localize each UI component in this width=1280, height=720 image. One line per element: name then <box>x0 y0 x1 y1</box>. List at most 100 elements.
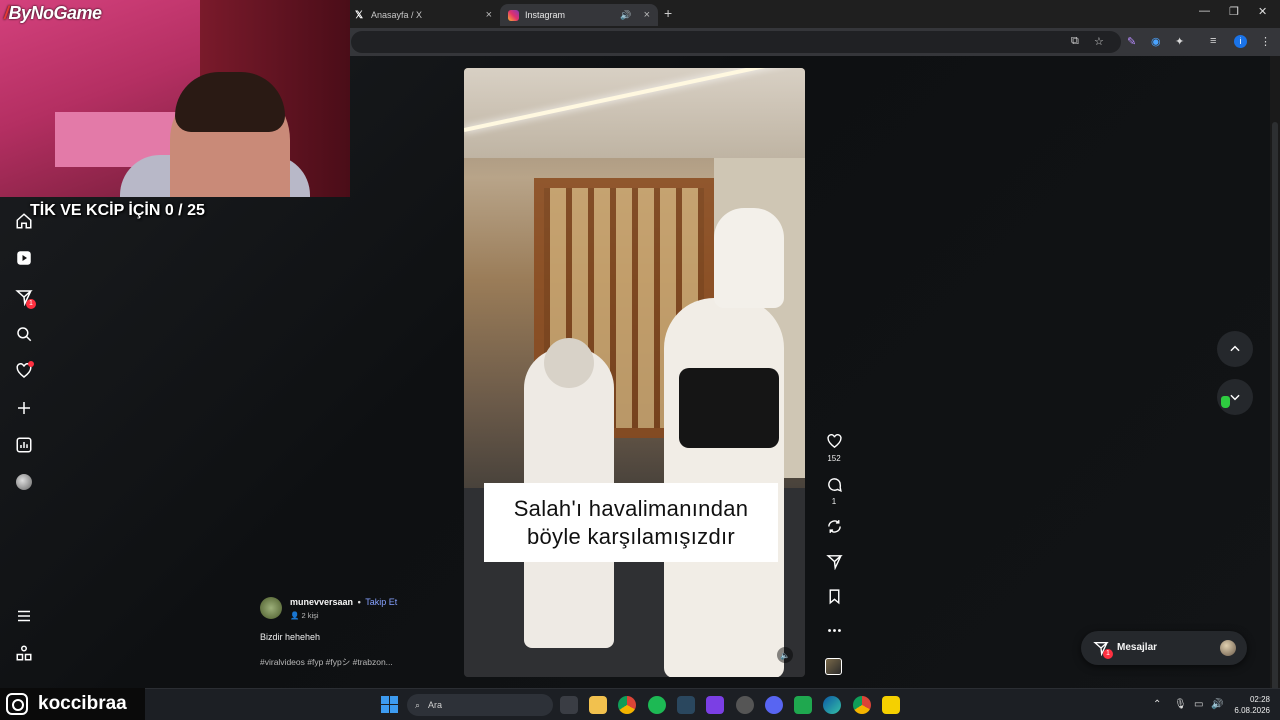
reels-icon[interactable] <box>14 248 34 268</box>
profile-avatar[interactable] <box>14 472 34 492</box>
post-caption: Bizdir heheheh <box>260 632 321 642</box>
volume-icon[interactable]: 🔊 <box>1211 699 1223 710</box>
address-bar[interactable] <box>351 31 1121 53</box>
share-icon <box>825 555 843 570</box>
extension-pen-icon[interactable]: ✎ <box>1127 35 1136 48</box>
create-icon[interactable] <box>14 398 34 418</box>
threads-icon[interactable] <box>14 643 34 663</box>
tab-close-icon[interactable]: × <box>644 9 650 21</box>
extensions-puzzle-icon[interactable]: ✦ <box>1175 35 1184 48</box>
start-icon[interactable] <box>381 696 398 713</box>
chevron-down-icon <box>1230 394 1240 401</box>
tab-audio-icon[interactable]: 🔊 <box>620 10 631 21</box>
tab-x-label: Anasayfa / X <box>371 10 423 20</box>
avatar <box>1220 640 1236 656</box>
bookmark-star-icon[interactable]: ☆ <box>1094 35 1104 48</box>
network-icon[interactable]: ▭ <box>1194 699 1203 710</box>
minimize-icon[interactable]: — <box>1199 5 1210 17</box>
clock-time: 02:28 <box>1249 695 1270 704</box>
taskbar-search-placeholder: Ara <box>428 700 443 710</box>
restore-icon[interactable]: ❐ <box>1229 5 1239 18</box>
messages-button[interactable]: 1 Mesajlar <box>1081 631 1247 665</box>
previous-reel-button[interactable] <box>1217 331 1253 367</box>
profile-icon[interactable]: i <box>1234 35 1247 48</box>
discord-icon[interactable] <box>765 696 783 714</box>
repost-icon <box>827 520 841 533</box>
search-icon: ⌕ <box>415 699 421 710</box>
app-icon[interactable] <box>882 696 900 714</box>
new-tab-icon[interactable]: + <box>664 5 672 21</box>
tab-instagram[interactable]: Instagram 🔊 × <box>500 4 658 26</box>
chrome-icon[interactable] <box>618 696 636 714</box>
taskbar: ⌕ Ara ⌃ 🎙 ▭ 🔊 02:28 6.08.2026 <box>0 688 1280 720</box>
post-hashtags[interactable]: #viralvideos #fyp #fypシ #trabzon... <box>260 656 393 668</box>
messages-icon[interactable]: 1 <box>14 287 36 309</box>
clock-date: 6.08.2026 <box>1234 706 1270 715</box>
instagram-icon <box>508 9 519 21</box>
bookmark-icon <box>829 589 839 605</box>
spotify-icon[interactable] <box>648 696 666 714</box>
video-caption-line: böyle karşılamışızdır <box>526 523 736 549</box>
webcam-overlay: /ByNoGame <box>0 0 350 197</box>
chrome-profile-icon[interactable] <box>853 696 871 714</box>
install-app-icon[interactable]: ⧉ <box>1071 35 1079 48</box>
comment-icon <box>827 478 842 493</box>
taskbar-search[interactable]: ⌕ Ara <box>407 694 553 716</box>
notifications-icon[interactable] <box>14 361 34 381</box>
messages-icon: 1 <box>1093 640 1113 659</box>
twitch-icon[interactable] <box>706 696 724 714</box>
x-logo-icon: 𝕏 <box>354 9 364 21</box>
media-player-icon[interactable] <box>794 696 812 714</box>
edge-icon[interactable] <box>823 696 841 714</box>
comment-button[interactable]: 1 <box>824 476 844 506</box>
obs-icon[interactable] <box>736 696 754 714</box>
repost-button[interactable] <box>824 518 844 535</box>
browser-menu-icon[interactable]: ⋮ <box>1260 35 1271 48</box>
notification-dot <box>28 361 34 367</box>
microphone-icon[interactable]: 🎙 <box>1174 699 1187 710</box>
more-options-button[interactable] <box>824 622 844 639</box>
tab-close-icon[interactable]: × <box>486 9 492 21</box>
instagram-icon <box>6 693 28 715</box>
reel-video[interactable]: Salah'ı havalimanından böyle karşılamışı… <box>464 68 805 677</box>
author-avatar[interactable] <box>260 597 282 619</box>
window-close-icon[interactable]: ✕ <box>1258 5 1267 18</box>
share-button[interactable] <box>824 553 844 570</box>
tray-overflow-icon[interactable]: ⌃ <box>1153 699 1161 710</box>
search-icon[interactable] <box>14 324 34 344</box>
scrollbar[interactable] <box>1270 56 1280 720</box>
media-control-icon[interactable]: ≡ <box>1210 35 1216 47</box>
audio-track-thumbnail[interactable] <box>825 658 842 675</box>
tab-instagram-label: Instagram <box>525 10 566 20</box>
stream-logo: /ByNoGame <box>4 3 102 23</box>
mouse-cursor <box>1221 396 1230 408</box>
more-icon <box>827 629 841 632</box>
menu-icon[interactable] <box>14 606 34 626</box>
collaborators-text: 2 kişi <box>301 611 319 620</box>
author-username[interactable]: munevversaan <box>290 597 353 607</box>
video-caption-box: Salah'ı havalimanından böyle karşılamışı… <box>484 483 778 562</box>
follow-button[interactable]: Takip Et <box>365 597 397 607</box>
mute-icon[interactable]: 🔈 <box>777 647 793 663</box>
author-line: munevversaan • Takip Et <box>290 597 397 607</box>
steam-icon[interactable] <box>677 696 695 714</box>
heart-icon <box>826 434 842 449</box>
collaborators[interactable]: 👤 2 kişi <box>290 611 319 620</box>
comment-count: 1 <box>831 497 837 506</box>
file-explorer-icon[interactable] <box>589 696 607 714</box>
screen: 𝕏 Anasayfa / X × Instagram 🔊 × + — ❐ ✕ ⧉… <box>0 0 1280 720</box>
like-button[interactable]: 152 <box>824 433 844 463</box>
channel-name: koccibraa <box>38 693 127 714</box>
task-view-icon[interactable] <box>560 696 578 714</box>
save-button[interactable] <box>824 588 844 605</box>
tab-x[interactable]: 𝕏 Anasayfa / X × <box>345 4 500 26</box>
dashboard-icon[interactable] <box>14 435 34 455</box>
extension-audio-icon[interactable]: ◉ <box>1151 35 1161 48</box>
scroll-thumb[interactable] <box>1272 122 1278 720</box>
like-count: 152 <box>827 454 841 463</box>
avatar <box>16 474 32 490</box>
clock[interactable]: 02:28 6.08.2026 <box>1234 694 1270 716</box>
stream-goal-text: TİK VE KCİP İÇİN 0 / 25 <box>30 202 205 219</box>
people-icon: 👤 <box>290 611 300 620</box>
separator: • <box>357 597 361 607</box>
